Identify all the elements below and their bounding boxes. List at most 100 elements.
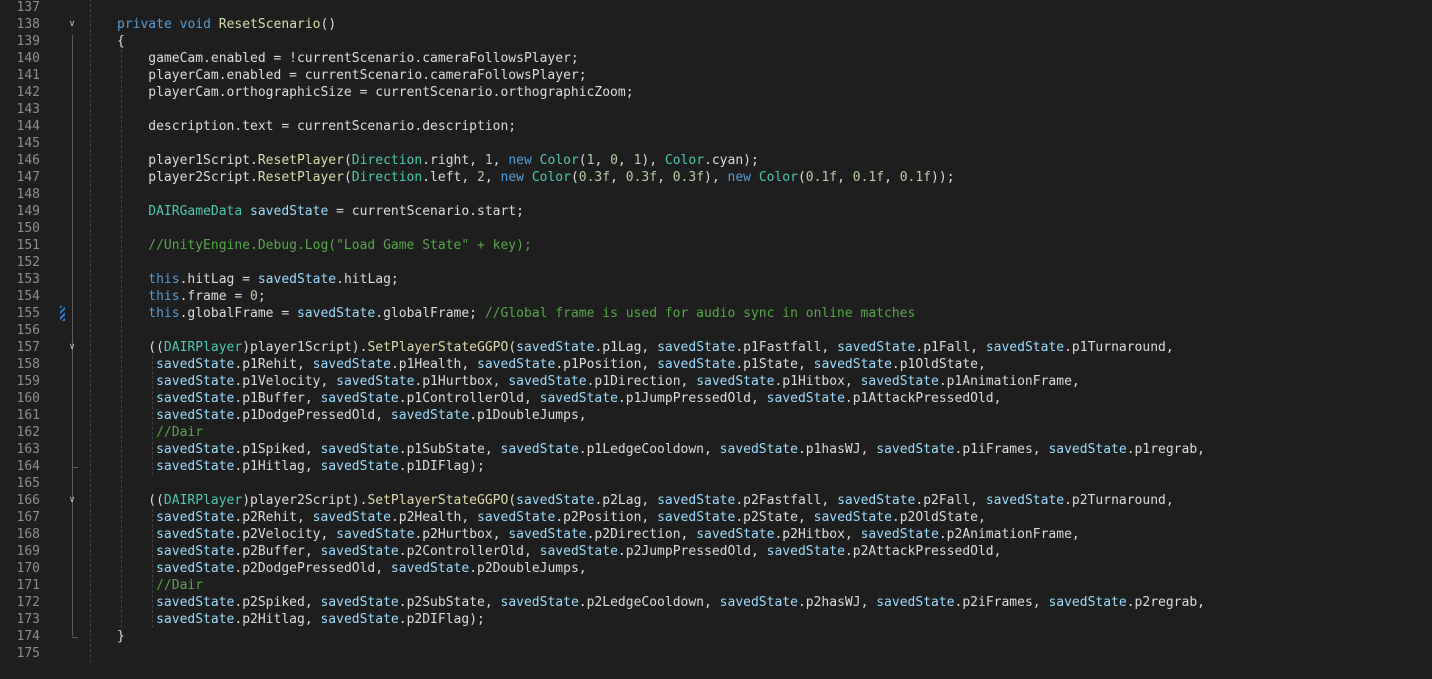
- code-line[interactable]: 140 gameCam.enabled = !currentScenario.ca…: [0, 50, 1432, 67]
- code-text[interactable]: DAIRGameData savedState = currentScenari…: [148, 203, 524, 220]
- code-line[interactable]: 142 playerCam.orthographicSize = currentS…: [0, 84, 1432, 101]
- code-text[interactable]: savedState.p1Rehit, savedState.p1Health,…: [156, 356, 986, 373]
- code-line[interactable]: 170 savedState.p2DodgePressedOld, savedSt…: [0, 560, 1432, 577]
- code-token: .p2Fastfall,: [735, 493, 838, 508]
- code-text[interactable]: this.hitLag = savedState.hitLag;: [148, 271, 399, 288]
- code-token: .p1Velocity,: [234, 374, 337, 389]
- code-text[interactable]: savedState.p2Buffer, savedState.p2Contro…: [156, 543, 1001, 560]
- fold-chevron-down-icon[interactable]: ∨: [66, 16, 78, 33]
- code-text[interactable]: savedState.p2DodgePressedOld, savedState…: [156, 560, 587, 577]
- code-line[interactable]: 171 //Dair: [0, 577, 1432, 594]
- code-line[interactable]: 175: [0, 645, 1432, 662]
- code-token: .p1iFrames,: [954, 442, 1049, 457]
- code-text[interactable]: {: [117, 33, 125, 50]
- code-line[interactable]: 174}: [0, 628, 1432, 645]
- code-line[interactable]: 138 ∨ private void ResetScenario(): [0, 16, 1432, 33]
- code-line[interactable]: 165: [0, 475, 1432, 492]
- fold-chevron-down-icon[interactable]: ∨: [66, 339, 78, 356]
- code-token: savedState: [766, 544, 845, 559]
- line-number: 137: [16, 0, 40, 15]
- code-text[interactable]: ((DAIRPlayer)player1Script).SetPlayerSta…: [148, 339, 1173, 356]
- code-line[interactable]: 149 DAIRGameData savedState = currentScen…: [0, 203, 1432, 220]
- code-token: savedState: [539, 544, 618, 559]
- code-line[interactable]: 159 savedState.p1Velocity, savedState.p1H…: [0, 373, 1432, 390]
- code-text[interactable]: //Dair: [156, 424, 203, 441]
- code-text[interactable]: }: [117, 628, 125, 645]
- code-text[interactable]: savedState.p1Buffer, savedState.p1Contro…: [156, 390, 1001, 407]
- code-line[interactable]: 144 description.text = currentScenario.de…: [0, 118, 1432, 135]
- code-token: 0.3f: [578, 170, 611, 185]
- line-number: 170: [16, 561, 40, 576]
- code-line[interactable]: 161 savedState.p1DodgePressedOld, savedSt…: [0, 407, 1432, 424]
- code-line[interactable]: 157 ∨ ((DAIRPlayer)player1Script).SetPlaye…: [0, 339, 1432, 356]
- code-text[interactable]: savedState.p1Velocity, savedState.p1Hurt…: [156, 373, 1080, 390]
- code-token: (: [578, 153, 587, 168]
- code-text[interactable]: savedState.p2Spiked, savedState.p2SubSta…: [156, 594, 1205, 611]
- code-token: savedState: [657, 493, 736, 508]
- code-token: .p2State,: [735, 510, 814, 525]
- code-line[interactable]: 148: [0, 186, 1432, 203]
- code-text[interactable]: savedState.p2Rehit, savedState.p2Health,…: [156, 509, 986, 526]
- code-text[interactable]: savedState.p1DodgePressedOld, savedState…: [156, 407, 587, 424]
- code-token: .p2Hurtbox,: [414, 527, 509, 542]
- code-token: new: [727, 170, 759, 185]
- code-text[interactable]: //UnityEngine.Debug.Log("Load Game State…: [148, 237, 532, 254]
- code-line[interactable]: 137: [0, 0, 1432, 16]
- code-text[interactable]: playerCam.enabled = currentScenario.came…: [148, 67, 586, 84]
- code-line[interactable]: 143: [0, 101, 1432, 118]
- code-line[interactable]: 173 savedState.p2Hitlag, savedState.p2DIF…: [0, 611, 1432, 628]
- code-text[interactable]: description.text = currentScenario.descr…: [148, 118, 516, 135]
- code-line[interactable]: 167 savedState.p2Rehit, savedState.p2Heal…: [0, 509, 1432, 526]
- code-token: .p2hasWJ,: [797, 595, 877, 610]
- code-lines[interactable]: 137 138 ∨ private void ResetScenario() 139 {1…: [0, 0, 1432, 662]
- code-line[interactable]: 155 this.globalFrame = savedState.globalF…: [0, 305, 1432, 322]
- fold-chevron-down-icon[interactable]: ∨: [66, 492, 78, 509]
- code-line[interactable]: 154 this.frame = 0;: [0, 288, 1432, 305]
- code-text[interactable]: player2Script.ResetPlayer(Direction.left…: [148, 169, 954, 186]
- code-line[interactable]: 147 player2Script.ResetPlayer(Direction.l…: [0, 169, 1432, 186]
- code-line[interactable]: 146 player1Script.ResetPlayer(Direction.r…: [0, 152, 1432, 169]
- code-text[interactable]: this.globalFrame = savedState.globalFram…: [148, 305, 915, 322]
- code-token: .p1Fastfall,: [735, 340, 838, 355]
- code-line[interactable]: 150: [0, 220, 1432, 237]
- code-token: DAIRGameData: [148, 204, 251, 219]
- code-line[interactable]: 158 savedState.p1Rehit, savedState.p1Heal…: [0, 356, 1432, 373]
- code-token: }: [117, 629, 125, 644]
- code-line[interactable]: 160 savedState.p1Buffer, savedState.p1Con…: [0, 390, 1432, 407]
- code-line[interactable]: 166 ∨ ((DAIRPlayer)player2Script).SetPlaye…: [0, 492, 1432, 509]
- code-text[interactable]: savedState.p1Spiked, savedState.p1SubSta…: [156, 441, 1205, 458]
- code-line[interactable]: 156: [0, 322, 1432, 339]
- code-token: .p2DodgePressedOld,: [234, 561, 391, 576]
- code-text[interactable]: this.frame = 0;: [148, 288, 265, 305]
- code-token: Color: [539, 153, 579, 168]
- code-text[interactable]: savedState.p1Hitlag, savedState.p1DIFlag…: [156, 458, 485, 475]
- code-line[interactable]: 141 playerCam.enabled = currentScenario.c…: [0, 67, 1432, 84]
- code-line[interactable]: 163 savedState.p1Spiked, savedState.p1Sub…: [0, 441, 1432, 458]
- code-line[interactable]: 168 savedState.p2Velocity, savedState.p2H…: [0, 526, 1432, 543]
- code-token: savedState: [657, 340, 736, 355]
- code-line[interactable]: 169 savedState.p2Buffer, savedState.p2Con…: [0, 543, 1432, 560]
- code-line[interactable]: 153 this.hitLag = savedState.hitLag;: [0, 271, 1432, 288]
- code-token: playerCam.orthographicSize = currentScen…: [148, 85, 634, 100]
- code-text[interactable]: playerCam.orthographicSize = currentScen…: [148, 84, 633, 101]
- code-line[interactable]: 164 savedState.p1Hitlag, savedState.p1DIF…: [0, 458, 1432, 475]
- code-text[interactable]: //Dair: [156, 577, 203, 594]
- code-text[interactable]: private void ResetScenario(): [117, 16, 336, 33]
- code-token: savedState: [296, 306, 376, 321]
- code-text[interactable]: gameCam.enabled = !currentScenario.camer…: [148, 50, 578, 67]
- code-line[interactable]: 145: [0, 135, 1432, 152]
- code-text[interactable]: player1Script.ResetPlayer(Direction.righ…: [148, 152, 759, 169]
- code-text[interactable]: savedState.p2Velocity, savedState.p2Hurt…: [156, 526, 1080, 543]
- code-editor[interactable]: 137 138 ∨ private void ResetScenario() 139 {1…: [0, 0, 1432, 679]
- code-line[interactable]: 151 //UnityEngine.Debug.Log("Load Game St…: [0, 237, 1432, 254]
- code-line[interactable]: 152: [0, 254, 1432, 271]
- code-text[interactable]: ((DAIRPlayer)player2Script).SetPlayerSta…: [148, 492, 1173, 509]
- line-number: 165: [16, 476, 40, 491]
- code-line[interactable]: 139 {: [0, 33, 1432, 50]
- code-line[interactable]: 162 //Dair: [0, 424, 1432, 441]
- code-token: = currentScenario.start;: [328, 204, 524, 219]
- code-text[interactable]: savedState.p2Hitlag, savedState.p2DIFlag…: [156, 611, 485, 628]
- code-token: savedState: [860, 527, 939, 542]
- code-line[interactable]: 172 savedState.p2Spiked, savedState.p2Sub…: [0, 594, 1432, 611]
- code-token: .p1State,: [735, 357, 814, 372]
